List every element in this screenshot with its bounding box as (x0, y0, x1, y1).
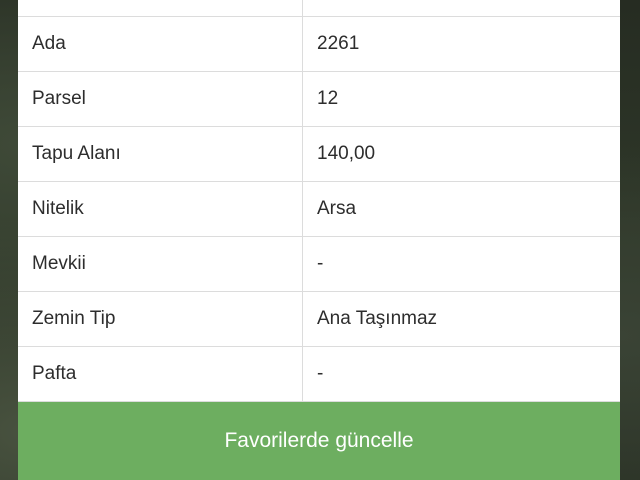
table-row: Tapu Alanı 140,00 (18, 126, 620, 182)
row-label-nitelik: Nitelik (18, 181, 303, 237)
row-value (302, 0, 620, 17)
table-row (18, 0, 620, 17)
row-value-pafta: - (302, 346, 620, 402)
row-label-ada: Ada (18, 16, 303, 72)
row-value-parsel: 12 (302, 71, 620, 127)
parcel-info-panel: Ada 2261 Parsel 12 Tapu Alanı 140,00 Nit… (18, 0, 620, 480)
row-label-tapu-alani: Tapu Alanı (18, 126, 303, 182)
row-label (18, 0, 303, 17)
parcel-info-table: Ada 2261 Parsel 12 Tapu Alanı 140,00 Nit… (18, 0, 620, 402)
row-value-zemin-tip: Ana Taşınmaz (302, 291, 620, 347)
table-row: Zemin Tip Ana Taşınmaz (18, 291, 620, 347)
row-value-tapu-alani: 140,00 (302, 126, 620, 182)
table-row: Pafta - (18, 346, 620, 402)
row-value-nitelik: Arsa (302, 181, 620, 237)
row-label-zemin-tip: Zemin Tip (18, 291, 303, 347)
row-label-mevkii: Mevkii (18, 236, 303, 292)
update-favorites-button[interactable]: Favorilerde güncelle (18, 402, 620, 480)
row-value-mevkii: - (302, 236, 620, 292)
table-row: Mevkii - (18, 236, 620, 292)
table-row: Nitelik Arsa (18, 181, 620, 237)
row-value-ada: 2261 (302, 16, 620, 72)
table-row: Ada 2261 (18, 16, 620, 72)
row-label-parsel: Parsel (18, 71, 303, 127)
table-row: Parsel 12 (18, 71, 620, 127)
row-label-pafta: Pafta (18, 346, 303, 402)
